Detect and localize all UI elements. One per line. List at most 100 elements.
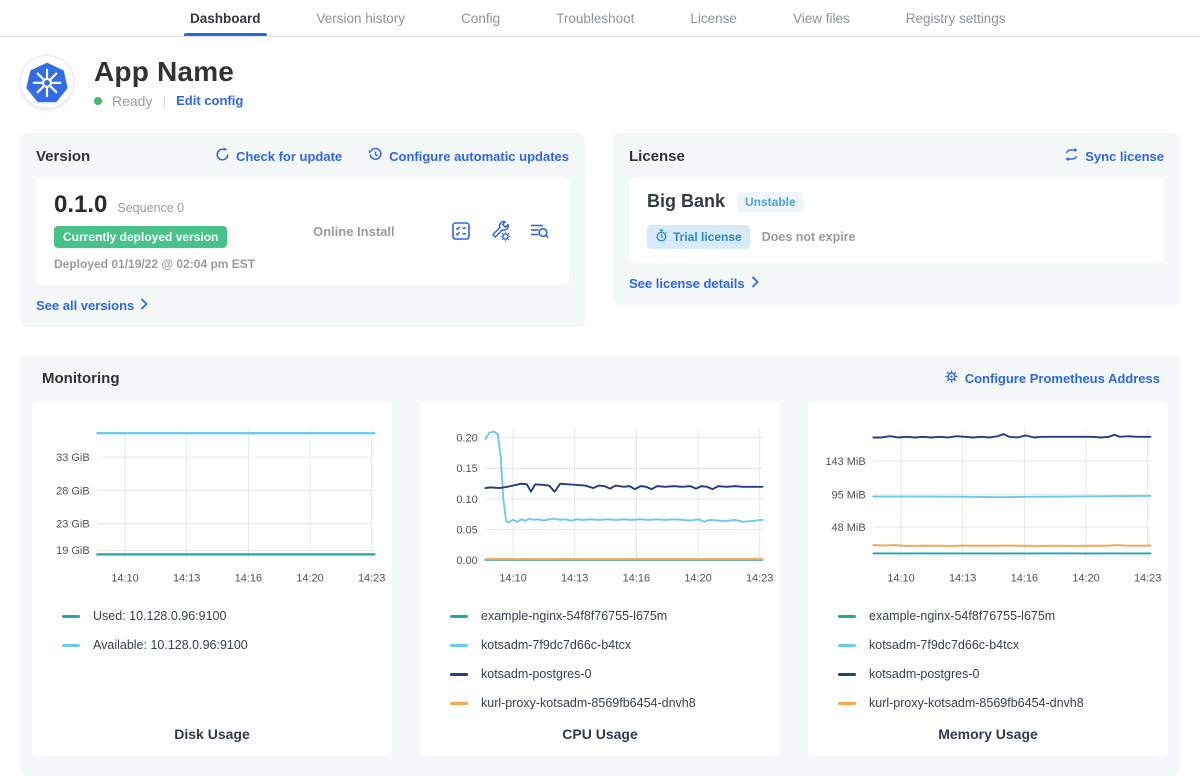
page-content: App Name Ready | Edit config Version Che… [0, 55, 1200, 776]
series-label: kotsadm-postgres-0 [869, 667, 979, 681]
trial-license-badge: Trial license [647, 225, 750, 249]
top-nav: Dashboard Version history Config Trouble… [0, 0, 1200, 37]
version-number: 0.1.0 [54, 191, 107, 219]
series-label: example-nginx-54f8f76755-l675m [481, 609, 667, 623]
svg-text:14:13: 14:13 [173, 572, 200, 584]
cpu-usage-chart: 14:1014:1314:1614:2014:230.000.050.100.1… [428, 415, 772, 593]
svg-text:14:16: 14:16 [1011, 572, 1038, 584]
edit-config-wrench-icon[interactable] [488, 219, 512, 243]
channel-badge: Unstable [737, 192, 804, 212]
configure-prometheus-link[interactable]: Configure Prometheus Address [944, 369, 1160, 387]
series-color-swatch [838, 673, 856, 676]
svg-text:143 MiB: 143 MiB [825, 456, 865, 468]
svg-text:28 GiB: 28 GiB [56, 485, 90, 497]
current-version-card: 0.1.0 Sequence 0 Currently deployed vers… [36, 177, 569, 285]
version-panel: Version Check for update Configure autom… [20, 133, 585, 327]
preflight-checklist-icon[interactable] [449, 219, 473, 243]
tab-license[interactable]: License [690, 0, 737, 36]
sync-arrows-icon [1064, 147, 1079, 165]
series-label: kotsadm-7f9dc7d66c-b4tcx [481, 638, 631, 652]
version-panel-title: Version [36, 148, 90, 165]
customer-name: Big Bank [647, 191, 725, 212]
legend-item: example-nginx-54f8f76755-l675m [450, 609, 772, 623]
divider: | [162, 93, 166, 109]
view-diff-logs-icon[interactable] [527, 219, 551, 243]
svg-text:14:20: 14:20 [1072, 572, 1099, 584]
legend-item: Used: 10.128.0.96:9100 [62, 609, 384, 623]
refresh-icon [215, 147, 230, 165]
tab-troubleshoot[interactable]: Troubleshoot [556, 0, 634, 36]
svg-text:0.20: 0.20 [456, 433, 477, 445]
disk-usage-legend: Used: 10.128.0.96:9100 Available: 10.128… [40, 609, 384, 652]
chart-title: CPU Usage [428, 710, 772, 742]
kubernetes-logo-icon [20, 55, 74, 109]
series-color-swatch [62, 615, 80, 618]
tab-config[interactable]: Config [461, 0, 500, 36]
tab-dashboard[interactable]: Dashboard [190, 0, 261, 36]
see-license-details-link[interactable]: See license details [629, 276, 759, 291]
chevron-right-icon [140, 298, 148, 313]
series-label: kurl-proxy-kotsadm-8569fb6454-dnvh8 [869, 696, 1084, 710]
series-label: kotsadm-7f9dc7d66c-b4tcx [869, 638, 1019, 652]
install-type-label: Online Install [313, 224, 395, 239]
svg-text:48 MiB: 48 MiB [832, 522, 866, 534]
svg-text:0.05: 0.05 [456, 525, 477, 537]
svg-text:14:10: 14:10 [887, 572, 914, 584]
chart-title: Memory Usage [816, 710, 1160, 742]
app-title: App Name [94, 56, 243, 88]
currently-deployed-badge: Currently deployed version [54, 226, 227, 248]
series-color-swatch [838, 702, 856, 705]
chart-title: Disk Usage [40, 710, 384, 742]
license-panel-title: License [629, 148, 685, 165]
version-sequence: Sequence 0 [117, 201, 184, 215]
series-color-swatch [450, 615, 468, 618]
edit-config-link[interactable]: Edit config [176, 93, 243, 108]
series-label: Available: 10.128.0.96:9100 [93, 638, 248, 652]
stopwatch-icon [655, 229, 668, 245]
status-dot [94, 97, 102, 105]
svg-text:14:16: 14:16 [235, 572, 262, 584]
configure-automatic-updates-link[interactable]: Configure automatic updates [368, 147, 569, 165]
svg-text:0.00: 0.00 [456, 555, 477, 567]
tab-registry-settings[interactable]: Registry settings [906, 0, 1006, 36]
tab-version-history[interactable]: Version history [317, 0, 406, 36]
svg-text:0.10: 0.10 [456, 494, 477, 506]
license-card: Big Bank Unstable [629, 177, 1164, 263]
legend-item: kotsadm-7f9dc7d66c-b4tcx [450, 638, 772, 652]
series-color-swatch [450, 644, 468, 647]
legend-item: kotsadm-postgres-0 [450, 667, 772, 681]
series-color-swatch [450, 702, 468, 705]
tab-view-files[interactable]: View files [793, 0, 850, 36]
svg-text:14:23: 14:23 [1134, 572, 1161, 584]
svg-text:14:10: 14:10 [111, 572, 138, 584]
svg-text:19 GiB: 19 GiB [56, 545, 90, 557]
svg-text:14:23: 14:23 [746, 572, 773, 584]
svg-text:14:20: 14:20 [296, 572, 323, 584]
sync-license-link[interactable]: Sync license [1064, 147, 1164, 165]
svg-text:14:20: 14:20 [684, 572, 711, 584]
see-all-versions-link[interactable]: See all versions [36, 298, 148, 313]
license-panel: License Sync license Big Bank [613, 133, 1180, 305]
disk-usage-chart-card: 14:1014:1314:1614:2014:2319 GiB23 GiB28 … [32, 401, 392, 756]
series-label: kurl-proxy-kotsadm-8569fb6454-dnvh8 [481, 696, 696, 710]
legend-item: Available: 10.128.0.96:9100 [62, 638, 384, 652]
series-color-swatch [838, 644, 856, 647]
monitoring-panel: Monitoring Configure Prometheus Address … [20, 355, 1180, 776]
series-color-swatch [838, 615, 856, 618]
check-for-update-link[interactable]: Check for update [215, 147, 342, 165]
legend-item: kurl-proxy-kotsadm-8569fb6454-dnvh8 [838, 696, 1160, 710]
gear-icon [944, 369, 959, 387]
clock-history-icon [368, 147, 383, 165]
legend-item: kotsadm-7f9dc7d66c-b4tcx [838, 638, 1160, 652]
svg-text:14:10: 14:10 [499, 572, 526, 584]
svg-text:14:13: 14:13 [561, 572, 588, 584]
cpu-usage-chart-card: 14:1014:1314:1614:2014:230.000.050.100.1… [420, 401, 780, 756]
monitoring-title: Monitoring [42, 370, 119, 387]
series-label: Used: 10.128.0.96:9100 [93, 609, 226, 623]
svg-text:14:13: 14:13 [949, 572, 976, 584]
panels-row: Version Check for update Configure autom… [20, 133, 1180, 327]
series-color-swatch [62, 644, 80, 647]
memory-usage-chart: 14:1014:1314:1614:2014:2348 MiB95 MiB143… [816, 415, 1160, 593]
series-color-swatch [450, 673, 468, 676]
app-header-text: App Name Ready | Edit config [94, 56, 243, 109]
